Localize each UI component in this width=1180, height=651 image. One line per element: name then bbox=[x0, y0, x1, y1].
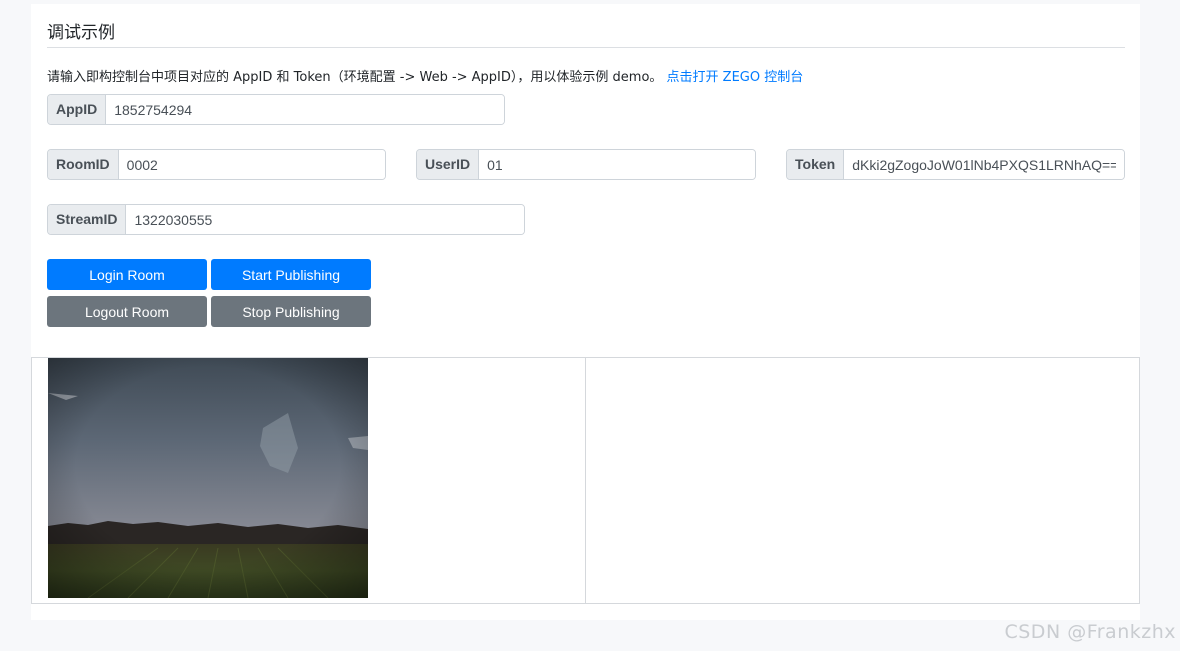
appid-label: AppID bbox=[48, 95, 107, 124]
streamid-label: StreamID bbox=[48, 205, 127, 234]
login-room-button[interactable]: Login Room bbox=[47, 259, 207, 290]
title-divider bbox=[47, 47, 1125, 48]
local-video bbox=[48, 358, 368, 598]
instructions: 请输入即构控制台中项目对应的 AppID 和 Token（环境配置 -> Web… bbox=[47, 66, 803, 85]
streamid-input[interactable] bbox=[126, 205, 524, 234]
userid-label: UserID bbox=[417, 150, 480, 179]
watermark: CSDN @Frankzhx bbox=[1004, 621, 1176, 643]
instruction-text: 请输入即构控制台中项目对应的 AppID 和 Token（环境配置 -> Web… bbox=[47, 70, 663, 85]
roomid-label: RoomID bbox=[48, 150, 119, 179]
token-group: Token bbox=[786, 149, 1125, 180]
appid-input[interactable] bbox=[106, 95, 504, 124]
logout-room-button[interactable]: Logout Room bbox=[47, 296, 207, 327]
zego-console-link[interactable]: 点击打开 ZEGO 控制台 bbox=[667, 70, 804, 85]
stop-publishing-button[interactable]: Stop Publishing bbox=[211, 296, 371, 327]
userid-group: UserID bbox=[416, 149, 756, 180]
page-title: 调试示例 bbox=[47, 23, 115, 43]
remote-video-pane bbox=[586, 358, 1139, 603]
local-video-pane bbox=[32, 358, 586, 603]
demo-card: 调试示例 请输入即构控制台中项目对应的 AppID 和 Token（环境配置 -… bbox=[31, 4, 1140, 620]
token-input[interactable] bbox=[844, 150, 1124, 179]
userid-input[interactable] bbox=[479, 150, 755, 179]
start-publishing-button[interactable]: Start Publishing bbox=[211, 259, 371, 290]
video-area bbox=[31, 357, 1140, 604]
token-label: Token bbox=[787, 150, 845, 179]
roomid-group: RoomID bbox=[47, 149, 386, 180]
roomid-input[interactable] bbox=[118, 150, 385, 179]
streamid-group: StreamID bbox=[47, 204, 525, 235]
appid-group: AppID bbox=[47, 94, 505, 125]
